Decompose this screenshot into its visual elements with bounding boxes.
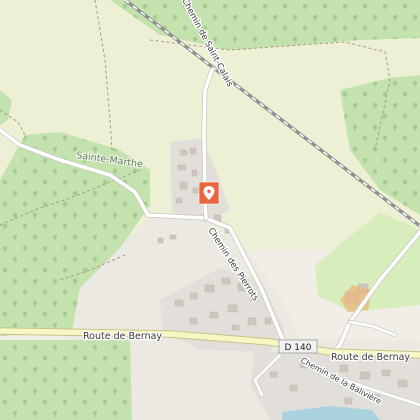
map-canvas[interactable]: Chemin de Saint-Calais Sainte-Marthe Che… xyxy=(0,0,420,420)
road-number-badge: D 140 xyxy=(278,339,318,354)
road-label-bernay-west: Route de Bernay xyxy=(83,331,162,342)
road-label-bernay-east: Route de Bernay xyxy=(331,352,410,363)
map-svg: Chemin de Saint-Calais Sainte-Marthe Che… xyxy=(0,0,420,420)
road-number-label: D 140 xyxy=(285,343,312,353)
forest-southwest-trees xyxy=(0,340,132,420)
location-marker[interactable] xyxy=(198,181,220,205)
